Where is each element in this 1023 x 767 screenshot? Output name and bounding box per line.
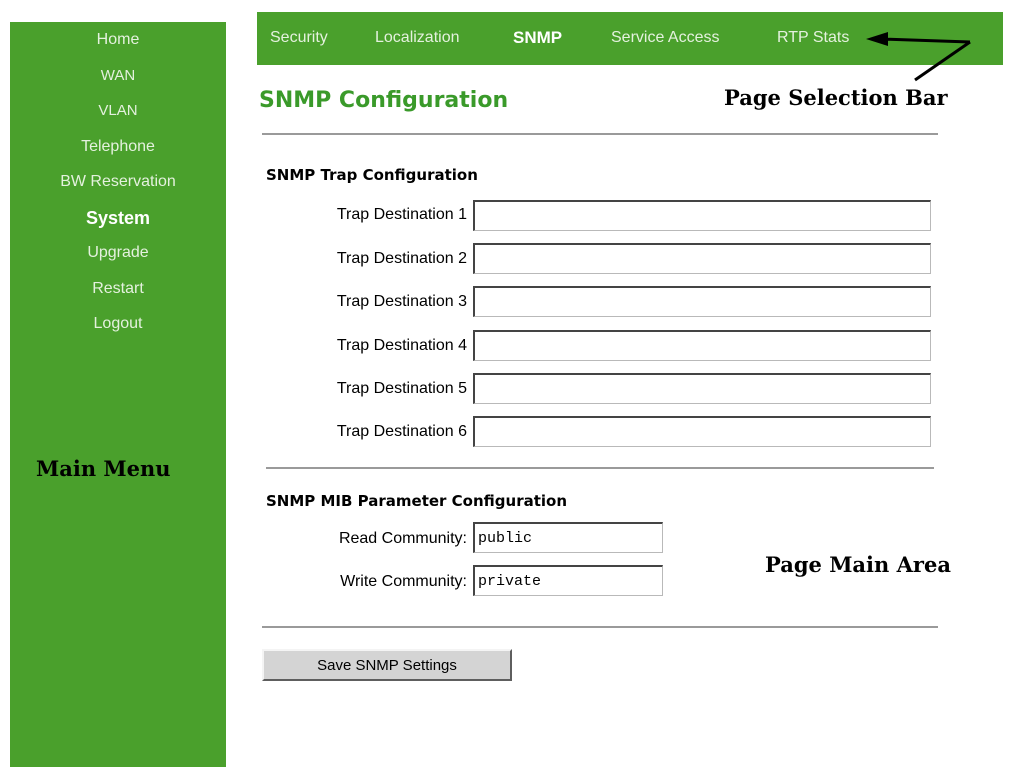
menu-item-home[interactable]: Home (10, 28, 226, 64)
trap-destination-3-input[interactable] (473, 286, 931, 317)
tab-security[interactable]: Security (270, 29, 328, 47)
divider-middle (266, 467, 934, 469)
menu-item-telephone[interactable]: Telephone (10, 135, 226, 171)
menu-item-upgrade[interactable]: Upgrade (10, 241, 226, 277)
page-main-area-annotation: Page Main Area (765, 552, 951, 577)
menu-item-bw-reservation[interactable]: BW Reservation (10, 170, 226, 206)
trap-destination-6-input[interactable] (473, 416, 931, 447)
trap-destination-4-input[interactable] (473, 330, 931, 361)
trap-destination-2-input[interactable] (473, 243, 931, 274)
menu-item-wan[interactable]: WAN (10, 64, 226, 100)
write-community-label: Write Community: (340, 573, 467, 590)
tab-localization[interactable]: Localization (375, 29, 460, 47)
trap-section-title: SNMP Trap Configuration (266, 166, 478, 184)
divider-bottom (262, 626, 938, 628)
mib-section-title: SNMP MIB Parameter Configuration (266, 492, 568, 510)
menu-item-logout[interactable]: Logout (10, 312, 226, 348)
read-community-label: Read Community: (338, 530, 467, 547)
tab-service-access[interactable]: Service Access (611, 29, 719, 47)
write-community-input[interactable] (473, 565, 663, 596)
divider-top (262, 133, 938, 135)
save-snmp-settings-button[interactable]: Save SNMP Settings (262, 649, 512, 681)
main-menu-annotation: Main Menu (36, 456, 171, 481)
page-selection-bar-annotation: Page Selection Bar (724, 85, 948, 110)
main-menu: Home WAN VLAN Telephone BW Reservation S… (10, 28, 226, 348)
trap-destination-6-label: Trap Destination 6 (336, 423, 467, 440)
trap-destination-1-input[interactable] (473, 200, 931, 231)
tab-snmp[interactable]: SNMP (513, 28, 562, 48)
menu-item-restart[interactable]: Restart (10, 277, 226, 313)
trap-destination-2-label: Trap Destination 2 (336, 250, 467, 267)
annotation-arrow (866, 32, 971, 82)
trap-destination-5-label: Trap Destination 5 (336, 380, 467, 397)
trap-destination-4-label: Trap Destination 4 (336, 337, 467, 354)
trap-destination-3-label: Trap Destination 3 (336, 293, 467, 310)
menu-item-vlan[interactable]: VLAN (10, 99, 226, 135)
read-community-input[interactable] (473, 522, 663, 553)
trap-destination-1-label: Trap Destination 1 (336, 206, 467, 223)
main-menu-sidebar: Home WAN VLAN Telephone BW Reservation S… (10, 22, 226, 767)
menu-item-system[interactable]: System (10, 206, 226, 242)
trap-destination-5-input[interactable] (473, 373, 931, 404)
page-title: SNMP Configuration (259, 88, 509, 113)
tab-rtp-stats[interactable]: RTP Stats (777, 29, 849, 47)
